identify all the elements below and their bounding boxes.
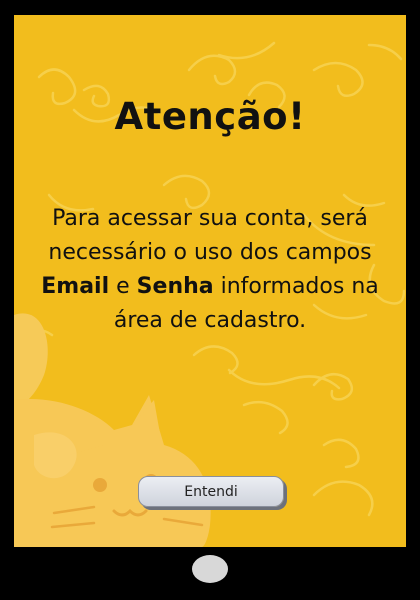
understood-button[interactable]: Entendi — [138, 476, 284, 507]
email-field-name: Email — [41, 274, 110, 299]
alert-screen: Atenção! Para acessar sua conta, será ne… — [14, 15, 406, 547]
tablet-device: Atenção! Para acessar sua conta, será ne… — [0, 0, 420, 600]
message-text-part1: Para acessar sua conta, será necessário … — [48, 206, 372, 265]
alert-message: Para acessar sua conta, será necessário … — [22, 202, 398, 338]
message-text-part2: e — [109, 274, 137, 299]
password-field-name: Senha — [136, 274, 214, 299]
alert-title: Atenção! — [114, 95, 306, 138]
cat-icon — [14, 313, 211, 547]
home-button[interactable] — [192, 555, 228, 583]
